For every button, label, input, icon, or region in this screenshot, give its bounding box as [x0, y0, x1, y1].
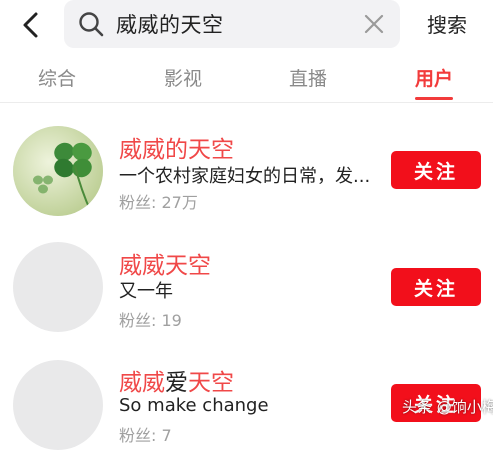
close-icon[interactable]: [362, 12, 386, 36]
follower-count: 粉丝: 19: [119, 311, 182, 330]
follower-count: 粉丝: 27万: [119, 193, 198, 212]
follow-button[interactable]: 关注: [391, 268, 481, 306]
chevron-left-icon[interactable]: [14, 8, 48, 42]
watermark: 头条 @饷小梅: [402, 398, 493, 416]
user-name[interactable]: 威威天空: [119, 246, 211, 280]
search-icon: [79, 12, 104, 37]
tab-live[interactable]: 直播: [289, 64, 327, 91]
search-query: 威威的天空: [116, 13, 224, 37]
tab-users[interactable]: 用户: [415, 64, 453, 91]
top-bar: 威威的天空 搜索: [0, 0, 493, 56]
tab-video[interactable]: 影视: [164, 64, 202, 91]
user-name[interactable]: 威威的天空: [119, 130, 234, 164]
name-plain: 爱: [165, 370, 188, 396]
user-bio: 又一年: [119, 281, 173, 302]
clover-icon: [13, 126, 103, 216]
search-input[interactable]: 威威的天空: [64, 0, 400, 48]
blank-avatar[interactable]: [13, 242, 103, 332]
search-button[interactable]: 搜索: [427, 9, 467, 38]
user-bio: 一个农村家庭妇女的日常，发...: [119, 166, 371, 187]
name-highlight: 天空: [188, 370, 234, 396]
user-name[interactable]: 威威爱天空: [119, 363, 234, 397]
clover-avatar[interactable]: [13, 126, 103, 216]
tab-bar: 综合 影视 直播 用户: [0, 56, 493, 103]
tab-general[interactable]: 综合: [38, 64, 76, 91]
list-item[interactable]: 威威的天空 一个农村家庭妇女的日常，发... 粉丝: 27万 关注: [0, 104, 493, 222]
user-bio: So make change: [119, 395, 269, 416]
blank-avatar[interactable]: [13, 360, 103, 450]
active-tab-indicator: [415, 97, 453, 100]
name-highlight: 威威: [119, 370, 165, 396]
list-item[interactable]: 威威天空 又一年 粉丝: 19 关注: [0, 222, 493, 340]
follow-button[interactable]: 关注: [391, 151, 481, 189]
